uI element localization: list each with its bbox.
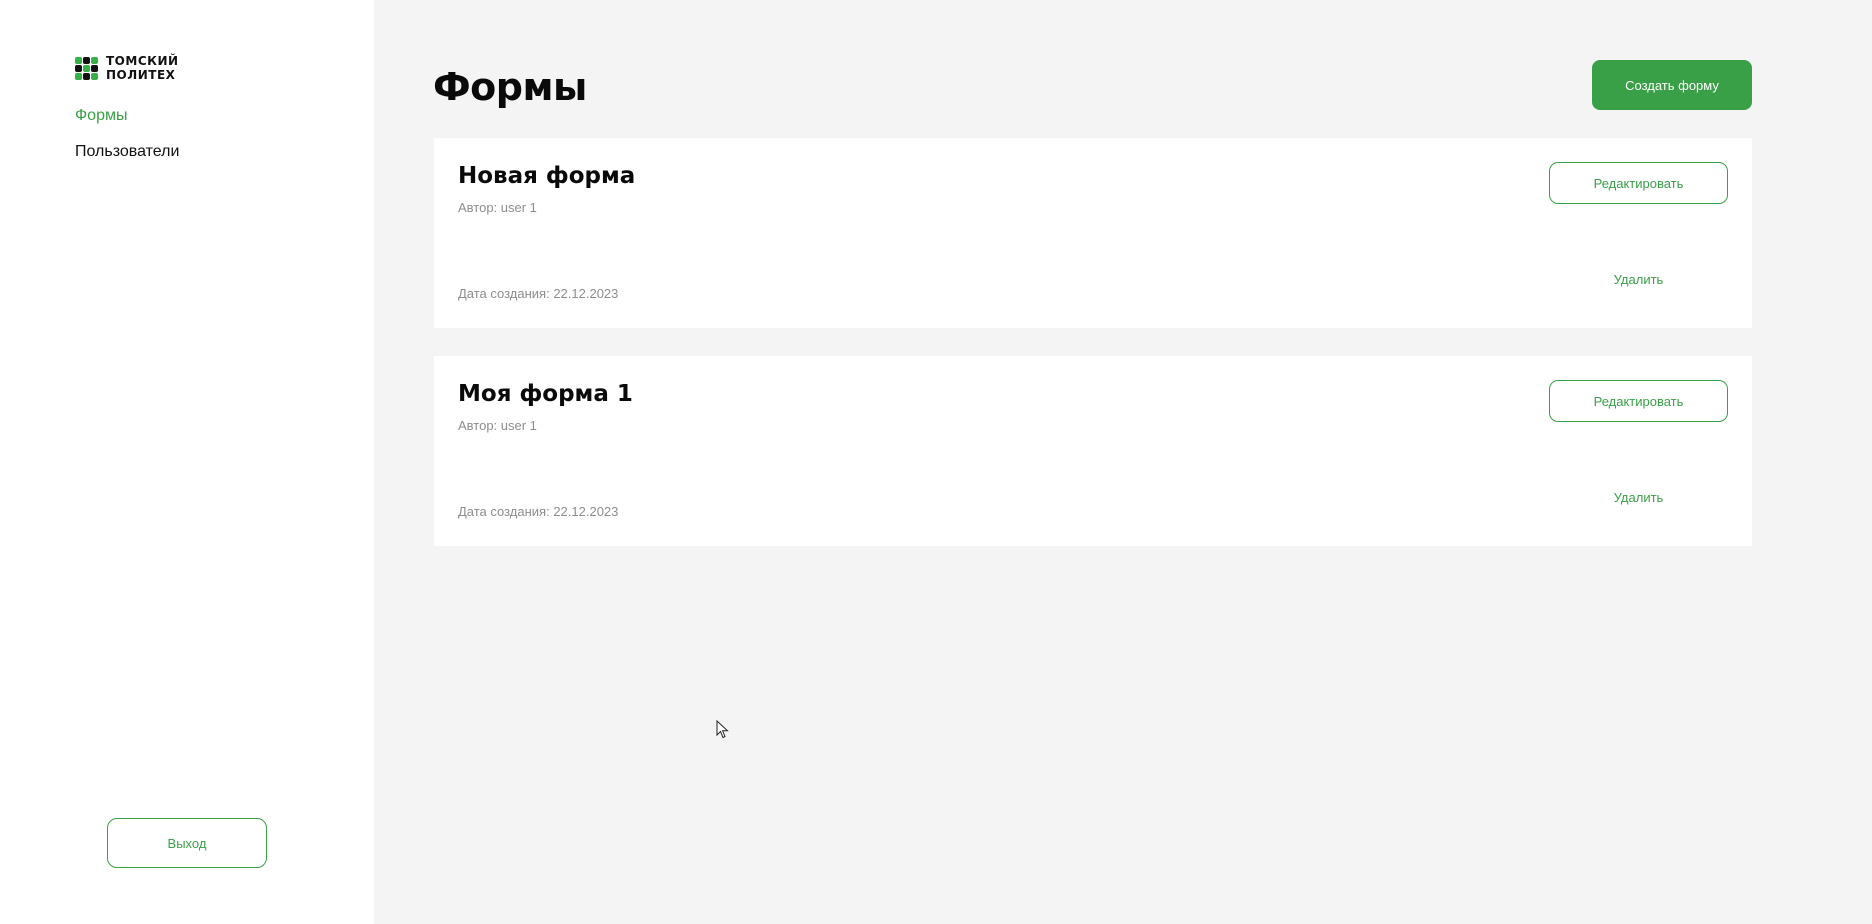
create-form-button[interactable]: Создать форму <box>1592 60 1752 110</box>
logout-button[interactable]: Выход <box>107 818 267 868</box>
app-root: ТОМСКИЙ ПОЛИТЕХ Формы Пользователи Выход… <box>0 0 1872 924</box>
logo-text: ТОМСКИЙ ПОЛИТЕХ <box>106 54 179 82</box>
delete-form-button[interactable]: Удалить <box>1549 268 1728 290</box>
form-title: Моя форма 1 <box>458 381 633 407</box>
mouse-cursor-icon <box>716 720 729 739</box>
form-card: Новая форма Автор: user 1 Дата создания:… <box>434 138 1752 328</box>
main-content: Формы Создать форму Новая форма Автор: u… <box>374 0 1872 924</box>
logo-line-2: ПОЛИТЕХ <box>106 68 176 82</box>
form-author: Автор: user 1 <box>458 200 537 215</box>
logo[interactable]: ТОМСКИЙ ПОЛИТЕХ <box>75 54 179 82</box>
sidebar: ТОМСКИЙ ПОЛИТЕХ Формы Пользователи Выход <box>0 0 374 924</box>
form-created-date: Дата создания: 22.12.2023 <box>458 286 619 301</box>
form-created-date: Дата создания: 22.12.2023 <box>458 504 619 519</box>
edit-form-button[interactable]: Редактировать <box>1549 162 1728 204</box>
form-author: Автор: user 1 <box>458 418 537 433</box>
edit-form-button[interactable]: Редактировать <box>1549 380 1728 422</box>
page-title: Формы <box>433 65 587 109</box>
form-card: Моя форма 1 Автор: user 1 Дата создания:… <box>434 356 1752 546</box>
sidebar-nav: Формы Пользователи <box>75 106 179 178</box>
logo-mark-icon <box>75 56 98 80</box>
delete-form-button[interactable]: Удалить <box>1549 486 1728 508</box>
form-title: Новая форма <box>458 163 636 189</box>
sidebar-item-users[interactable]: Пользователи <box>75 142 179 162</box>
logo-line-1: ТОМСКИЙ <box>106 54 179 68</box>
sidebar-item-forms[interactable]: Формы <box>75 106 179 126</box>
